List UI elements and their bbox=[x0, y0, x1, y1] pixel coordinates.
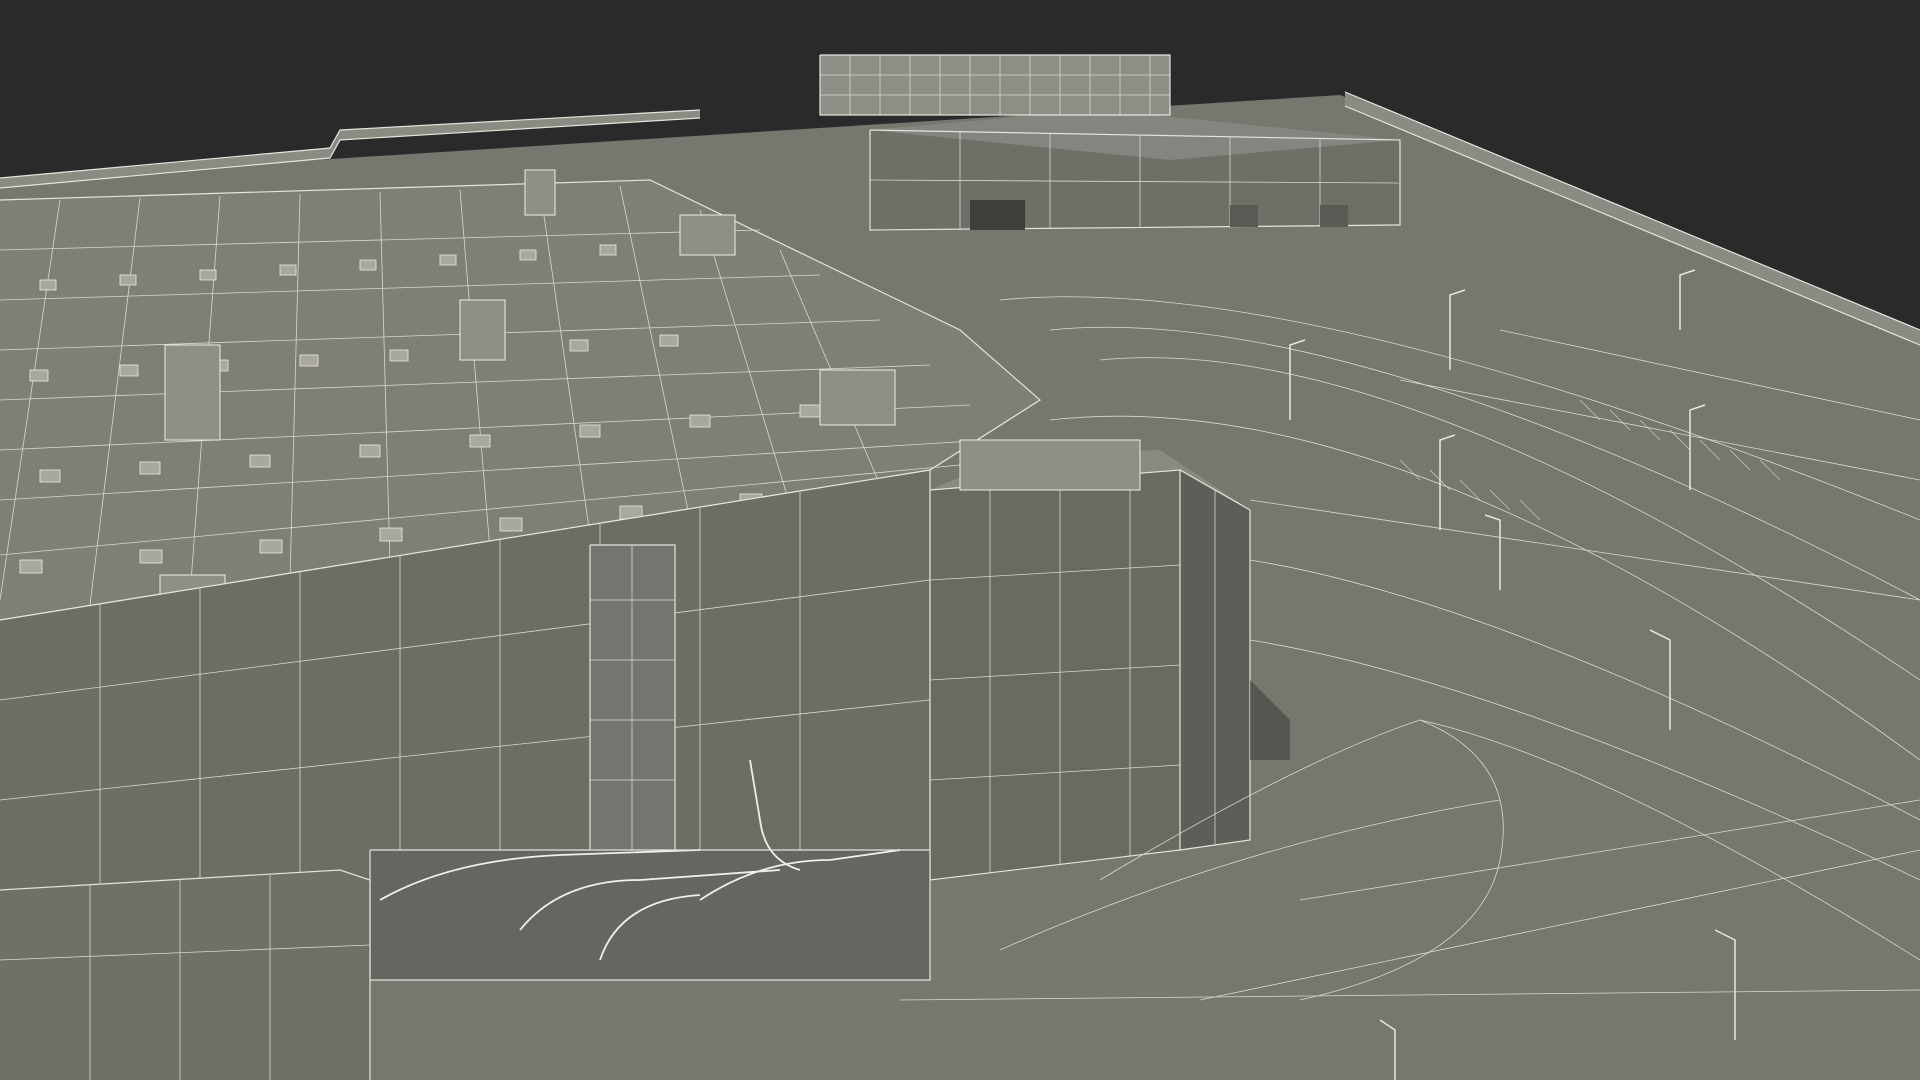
annex-building bbox=[0, 869, 371, 1080]
corner-tower bbox=[929, 439, 1251, 881]
cooling-towers bbox=[819, 54, 1171, 116]
stair-tower bbox=[589, 544, 676, 861]
wireframe-render-scene bbox=[0, 0, 1920, 1080]
